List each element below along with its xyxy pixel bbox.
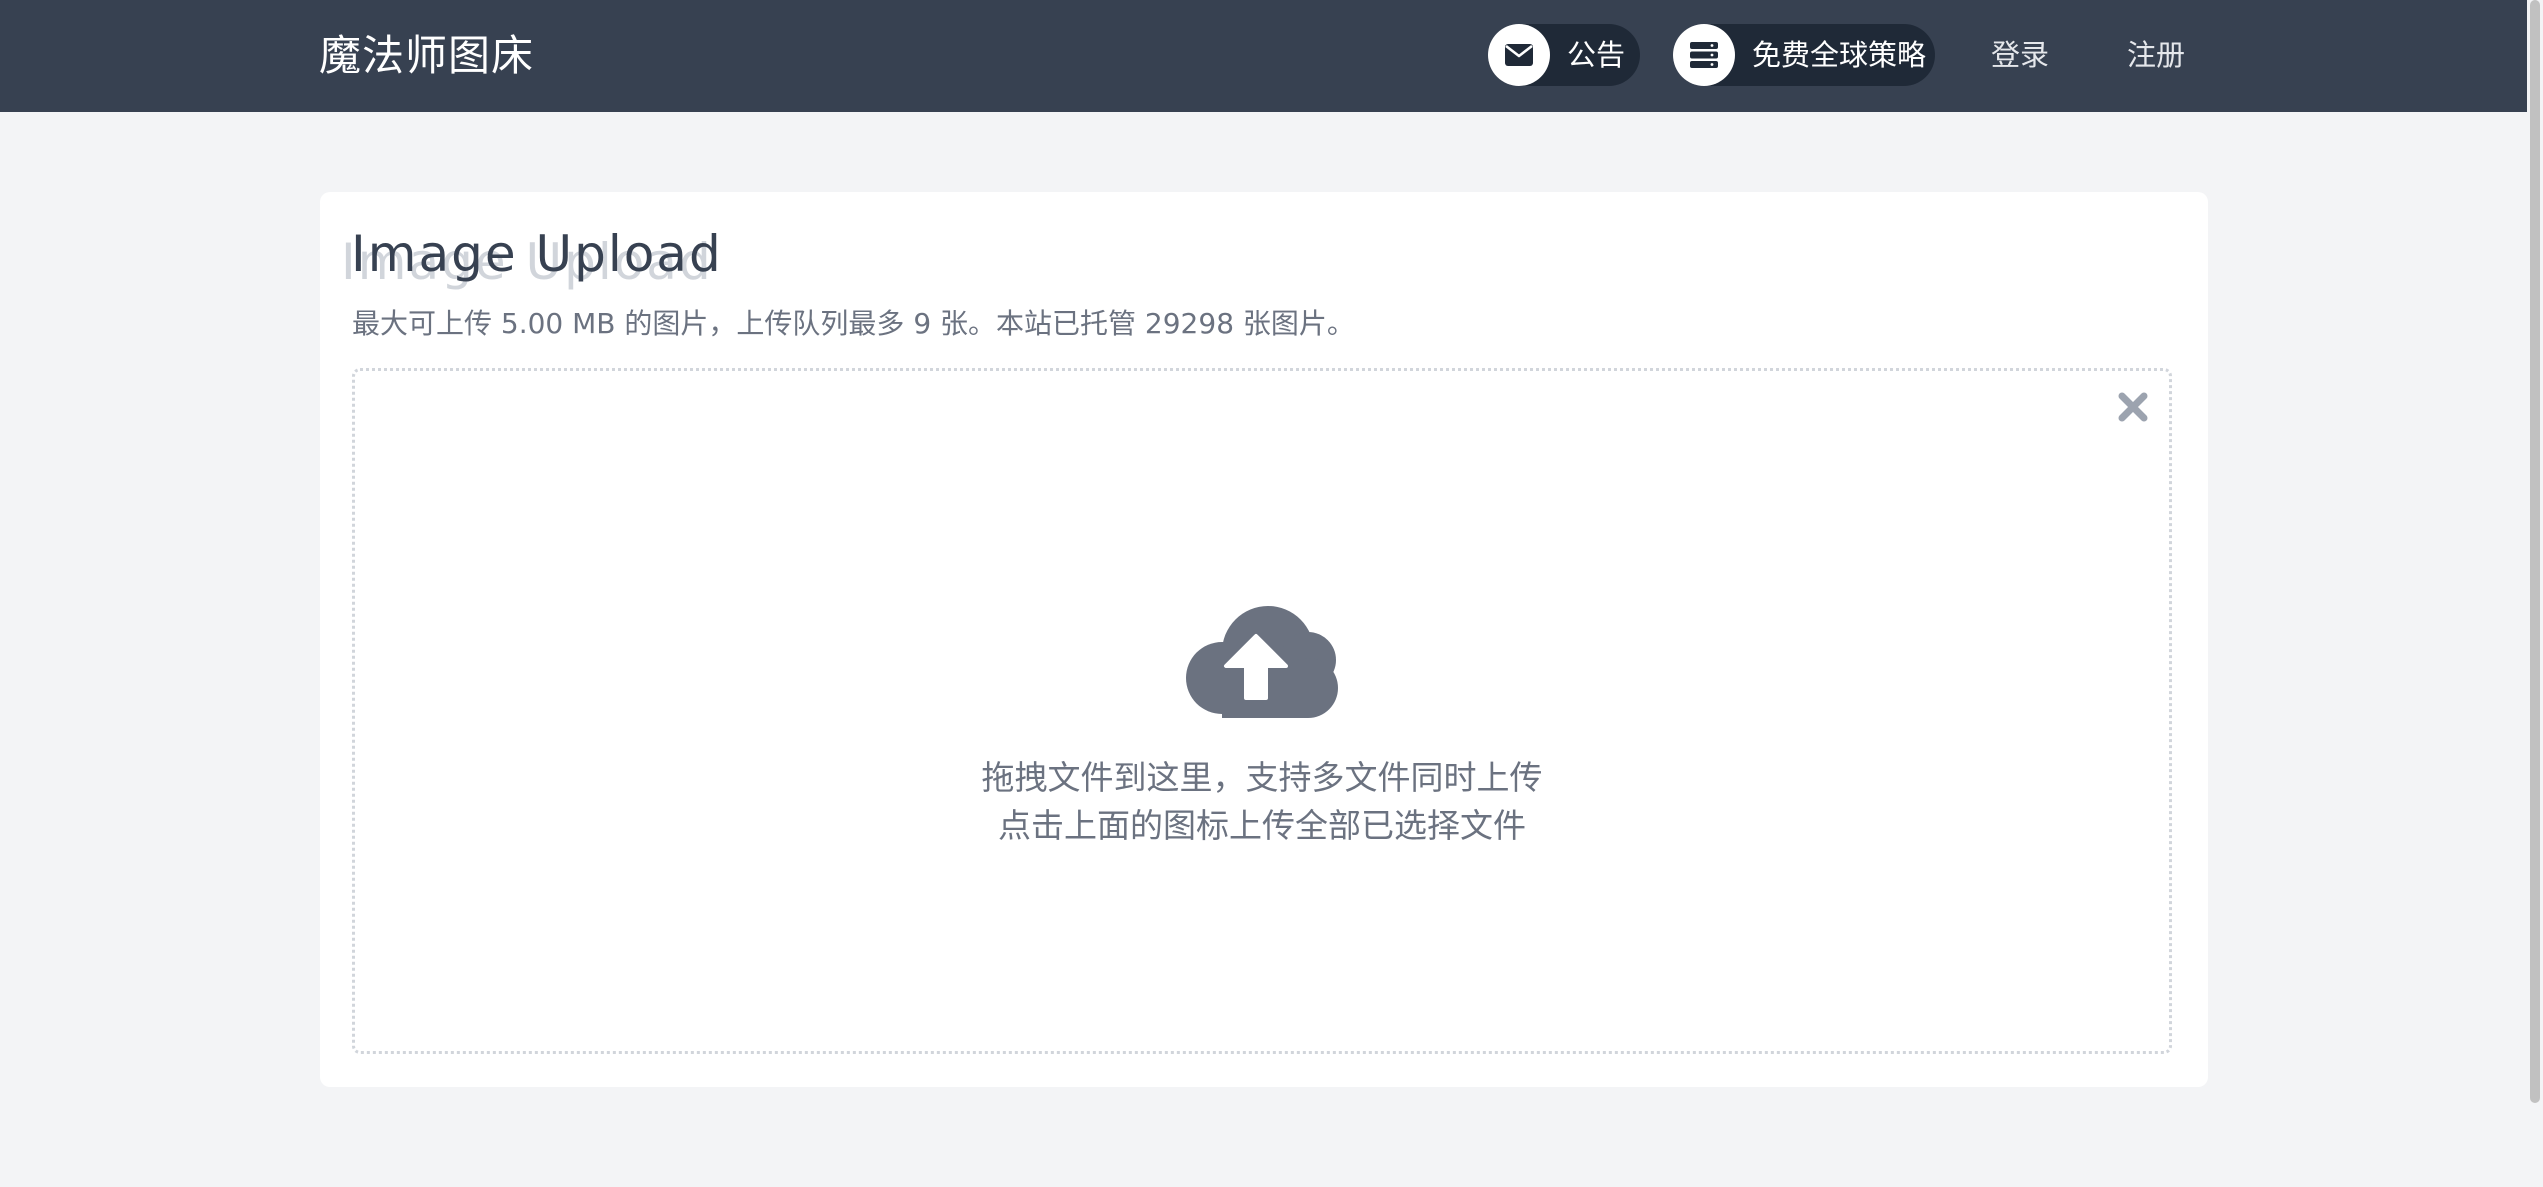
close-icon[interactable] [2116,390,2150,424]
dropzone-hint-secondary: 点击上面的图标上传全部已选择文件 [998,806,1526,845]
envelope-icon [1488,24,1550,86]
strategy-label: 免费全球策略 [1752,38,1927,72]
page-title: Image Upload [351,225,723,283]
cloud-upload-icon[interactable] [1186,606,1340,718]
login-link[interactable]: 登录 [1991,24,2049,86]
server-icon [1673,24,1735,86]
top-navbar: 魔法师图床 公告 免费全球策略 登录 注册 [0,0,2527,112]
upload-limits-text: 最大可上传 5.00 MB 的图片，上传队列最多 9 张。本站已托管 29298… [352,307,1355,340]
register-link[interactable]: 注册 [2127,24,2185,86]
notice-label: 公告 [1567,38,1626,72]
notice-button[interactable]: 公告 [1488,24,1640,86]
dropzone-hint-primary: 拖拽文件到这里，支持多文件同时上传 [981,758,1543,797]
storage-strategy-button[interactable]: 免费全球策略 [1673,24,1935,86]
site-brand[interactable]: 魔法师图床 [319,24,534,88]
page-scrollbar-thumb[interactable] [2530,0,2540,1103]
